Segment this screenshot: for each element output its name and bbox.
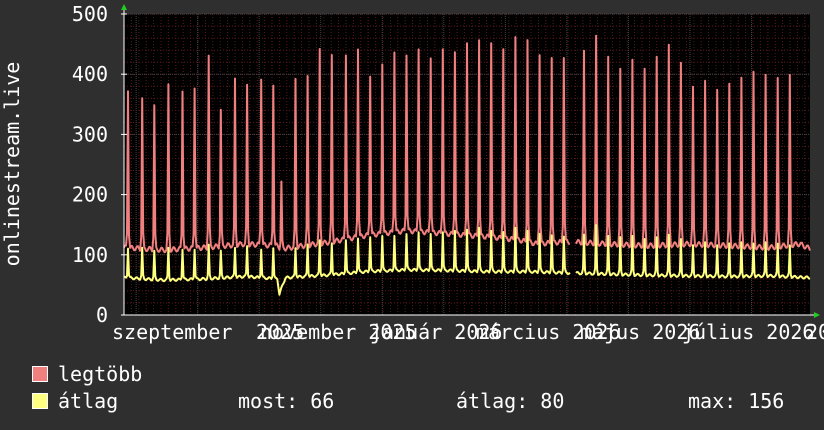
legend-label-avg: átlag bbox=[58, 389, 119, 413]
x-tick-label: szeptember bbox=[112, 320, 232, 344]
x-tick-labels: szeptember 2025november 2025január 2026má… bbox=[112, 320, 824, 344]
legend-label-max: legtöbb bbox=[58, 362, 143, 386]
y-tick-label: 0 bbox=[96, 303, 108, 327]
y-tick-label: 300 bbox=[72, 122, 108, 146]
stat-average: átlag: 80 bbox=[456, 389, 565, 413]
y-axis-label: onlinestream.live bbox=[0, 62, 24, 267]
y-tick-label: 500 bbox=[72, 2, 108, 26]
stat-max: max: 156 bbox=[688, 389, 785, 413]
legend-swatch-avg bbox=[32, 393, 48, 409]
x-axis-arrow bbox=[814, 312, 820, 318]
y-tick-label: 200 bbox=[72, 183, 108, 207]
x-tick-label: július 2026 bbox=[682, 320, 814, 344]
y-axis-arrow bbox=[121, 4, 127, 10]
y-tick-label: 400 bbox=[72, 62, 108, 86]
chart: 0100200300400500 szeptember 2025november … bbox=[0, 2, 824, 344]
legend-swatch-max bbox=[32, 366, 48, 382]
x-tick-label: 20 bbox=[806, 320, 824, 344]
stat-now: most: 66 bbox=[238, 389, 335, 413]
y-tick-label: 100 bbox=[72, 243, 108, 267]
y-tick-labels: 0 100 200 300 400 500 bbox=[72, 2, 108, 327]
